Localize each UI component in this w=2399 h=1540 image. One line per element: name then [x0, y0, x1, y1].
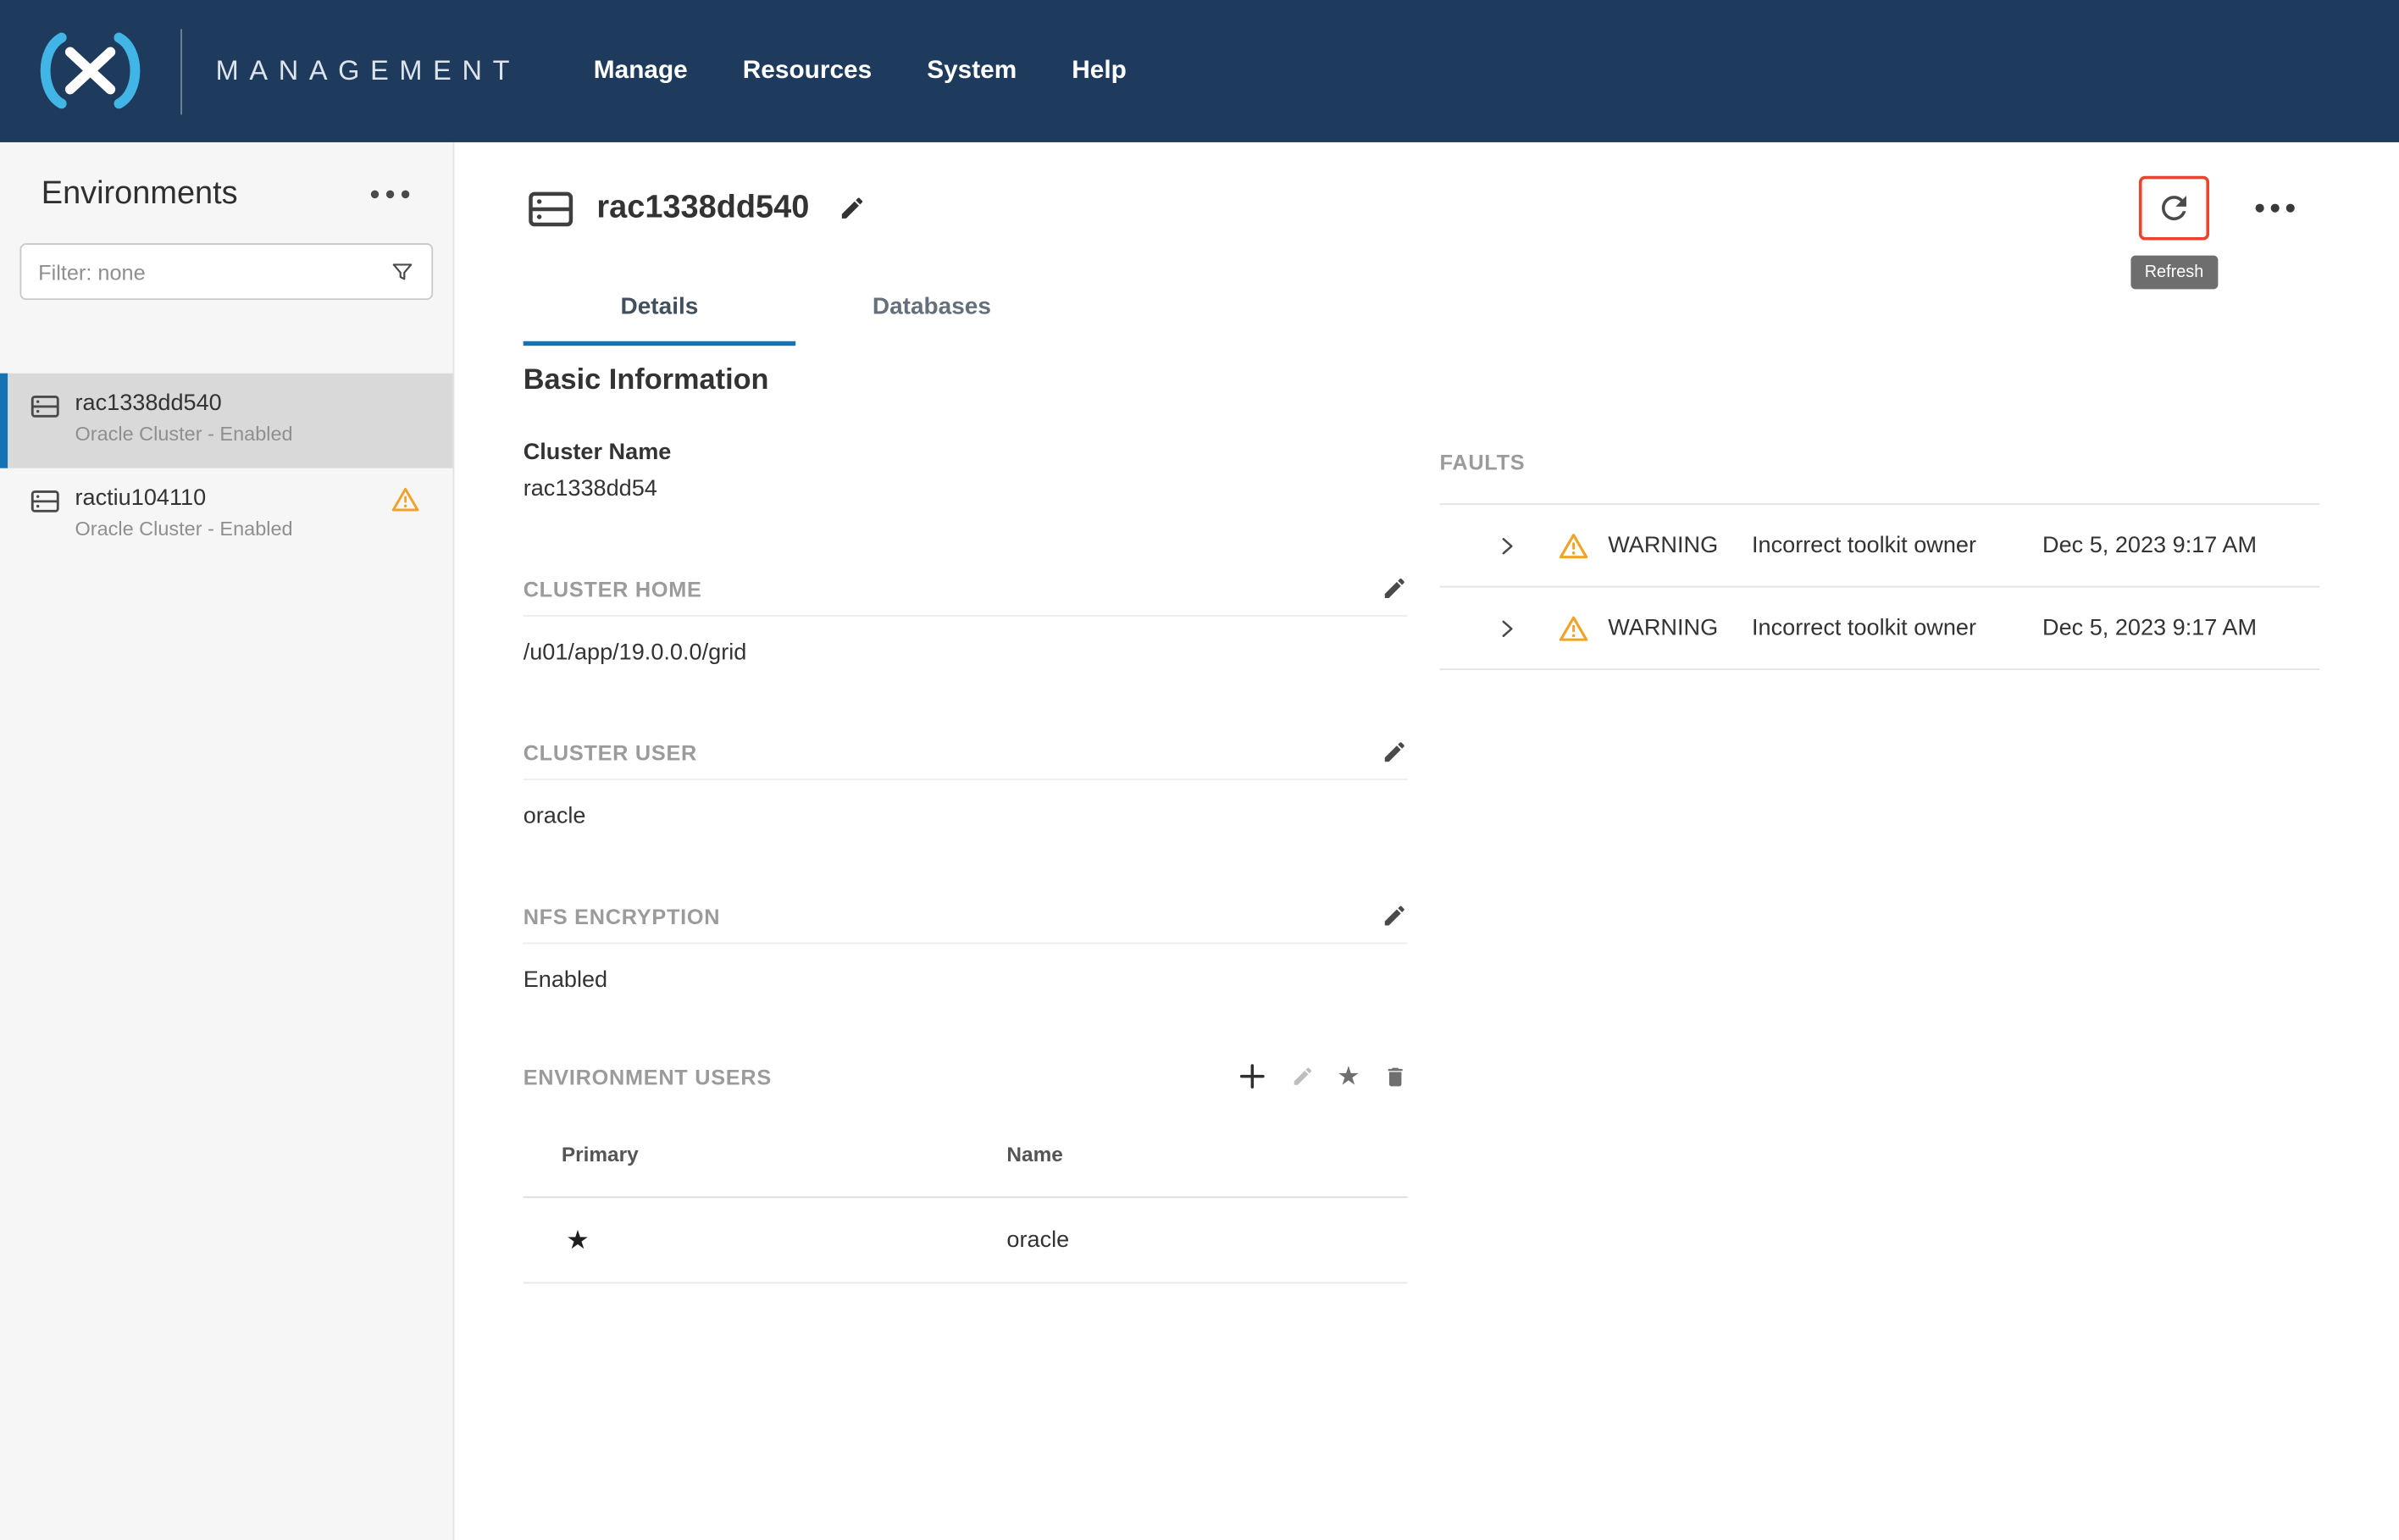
tab-databases[interactable]: Databases	[795, 277, 1067, 346]
environment-users-label: ENVIRONMENT USERS	[524, 1064, 772, 1089]
env-list-item-ractiu104110[interactable]: ractiu104110 Oracle Cluster - Enabled	[0, 468, 453, 563]
fault-description: Incorrect toolkit owner	[1752, 533, 1976, 559]
refresh-icon	[2156, 190, 2192, 226]
delphix-logo-icon	[21, 28, 159, 114]
page-title: rac1338dd540	[596, 190, 809, 226]
fault-description: Incorrect toolkit owner	[1752, 615, 1976, 641]
cluster-home-header: CLUSTER HOME	[524, 575, 1408, 617]
env-item-name: rac1338dd540	[75, 391, 292, 417]
environment-icon	[528, 187, 573, 229]
env-item-subtitle: Oracle Cluster - Enabled	[75, 422, 292, 445]
table-header-row: Primary Name	[524, 1112, 1408, 1198]
expand-chevron-icon[interactable]	[1496, 535, 1517, 556]
nav-resources[interactable]: Resources	[743, 57, 872, 86]
environments-menu-button[interactable]	[370, 190, 410, 199]
filter-input[interactable]	[38, 259, 378, 284]
brand-title: MANAGEMENT	[216, 55, 520, 87]
add-user-plus-icon[interactable]	[1236, 1061, 1268, 1093]
warning-triangle-icon	[1559, 533, 1587, 559]
top-navbar: MANAGEMENT Manage Resources System Help	[0, 0, 2399, 142]
cluster-user-label: CLUSTER USER	[524, 740, 697, 764]
sidebar-header: Environments	[0, 142, 453, 231]
cluster-home-label: CLUSTER HOME	[524, 576, 702, 601]
environment-users-table: Primary Name ★ oracle	[524, 1112, 1408, 1528]
refresh-button[interactable]: Refresh	[2139, 176, 2209, 241]
fault-severity: WARNING	[1608, 615, 1752, 641]
nfs-encryption-value: Enabled	[524, 967, 1408, 993]
edit-cluster-user-pencil-icon[interactable]	[1382, 739, 1408, 765]
environment-title-group: rac1338dd540	[528, 187, 866, 229]
app-root: MANAGEMENT Manage Resources System Help …	[0, 0, 2399, 1540]
edit-nfs-encryption-pencil-icon[interactable]	[1382, 903, 1408, 929]
environment-icon	[30, 393, 59, 419]
edit-user-pencil-icon[interactable]	[1291, 1065, 1314, 1088]
fault-row[interactable]: WARNING Incorrect toolkit owner Dec 5, 2…	[1440, 505, 2320, 588]
nav-system[interactable]: System	[927, 57, 1017, 86]
warning-triangle-icon	[1559, 615, 1587, 641]
fault-severity: WARNING	[1608, 533, 1752, 559]
environment-users-header: ENVIRONMENT USERS ★	[524, 1061, 1408, 1093]
env-item-subtitle: Oracle Cluster - Enabled	[75, 517, 292, 540]
column-header-name: Name	[1006, 1143, 1062, 1166]
sidebar-title: Environments	[42, 176, 238, 213]
table-row[interactable]: ★ oracle	[524, 1198, 1408, 1283]
cluster-name-field: Cluster Name rac1338dd54	[524, 439, 1408, 501]
environment-icon	[30, 488, 59, 514]
column-header-primary: Primary	[524, 1143, 1007, 1166]
filter-funnel-icon[interactable]	[391, 259, 415, 284]
environments-list: rac1338dd540 Oracle Cluster - Enabled ra…	[0, 374, 453, 563]
brand-divider	[180, 28, 182, 114]
main-nav: Manage Resources System Help	[594, 57, 1127, 86]
ellipsis-icon	[370, 190, 410, 199]
nfs-encryption-label: NFS ENCRYPTION	[524, 904, 721, 928]
cluster-user-value: oracle	[524, 803, 1408, 829]
warning-triangle-icon	[391, 486, 419, 511]
details-content: Basic Information Cluster Name rac1338dd…	[454, 346, 2399, 1528]
fault-date: Dec 5, 2023 9:17 AM	[2042, 533, 2257, 559]
main-panel: rac1338dd540 Refresh Details Databa	[454, 142, 2399, 1540]
nav-help[interactable]: Help	[1072, 57, 1127, 86]
cluster-name-label: Cluster Name	[524, 439, 1408, 465]
nfs-encryption-header: NFS ENCRYPTION	[524, 903, 1408, 944]
faults-panel: FAULTS WARNING Incorrect toolkit owner D…	[1440, 364, 2320, 1528]
environments-sidebar: Environments rac1338dd540 Oracle Cluster…	[0, 142, 454, 1540]
user-name-cell: oracle	[1006, 1227, 1069, 1254]
environment-header: rac1338dd540 Refresh	[454, 142, 2399, 241]
environment-more-menu-button[interactable]	[2255, 203, 2295, 213]
faults-title: FAULTS	[1440, 450, 2320, 474]
fault-row[interactable]: WARNING Incorrect toolkit owner Dec 5, 2…	[1440, 588, 2320, 671]
fault-date: Dec 5, 2023 9:17 AM	[2042, 615, 2257, 641]
brand: MANAGEMENT	[0, 0, 520, 142]
cluster-name-value: rac1338dd54	[524, 476, 1408, 502]
edit-title-pencil-icon[interactable]	[839, 194, 867, 222]
faults-list: WARNING Incorrect toolkit owner Dec 5, 2…	[1440, 503, 2320, 670]
table-empty-area	[524, 1283, 1408, 1528]
nav-manage[interactable]: Manage	[594, 57, 688, 86]
section-title: Basic Information	[524, 364, 1408, 398]
environment-users-toolbar: ★	[1236, 1061, 1408, 1093]
cluster-user-header: CLUSTER USER	[524, 739, 1408, 780]
cluster-home-value: /u01/app/19.0.0.0/grid	[524, 640, 1408, 666]
env-list-item-rac1338dd540[interactable]: rac1338dd540 Oracle Cluster - Enabled	[0, 374, 453, 468]
expand-chevron-icon[interactable]	[1496, 618, 1517, 639]
tab-details[interactable]: Details	[524, 277, 795, 346]
filter-box[interactable]	[19, 243, 433, 300]
ellipsis-icon	[2255, 203, 2295, 213]
tab-bar: Details Databases	[524, 277, 2399, 346]
set-primary-star-icon[interactable]: ★	[1337, 1063, 1360, 1089]
header-actions: Refresh	[2139, 176, 2295, 241]
delete-user-trash-icon[interactable]	[1383, 1062, 1408, 1090]
refresh-tooltip: Refresh	[2130, 256, 2217, 290]
env-item-text: ractiu104110 Oracle Cluster - Enabled	[75, 485, 292, 540]
basic-information-section: Basic Information Cluster Name rac1338dd…	[524, 364, 1408, 1528]
env-item-name: ractiu104110	[75, 485, 292, 512]
primary-star-icon: ★	[524, 1225, 1007, 1255]
edit-cluster-home-pencil-icon[interactable]	[1382, 575, 1408, 601]
env-item-text: rac1338dd540 Oracle Cluster - Enabled	[75, 391, 292, 446]
